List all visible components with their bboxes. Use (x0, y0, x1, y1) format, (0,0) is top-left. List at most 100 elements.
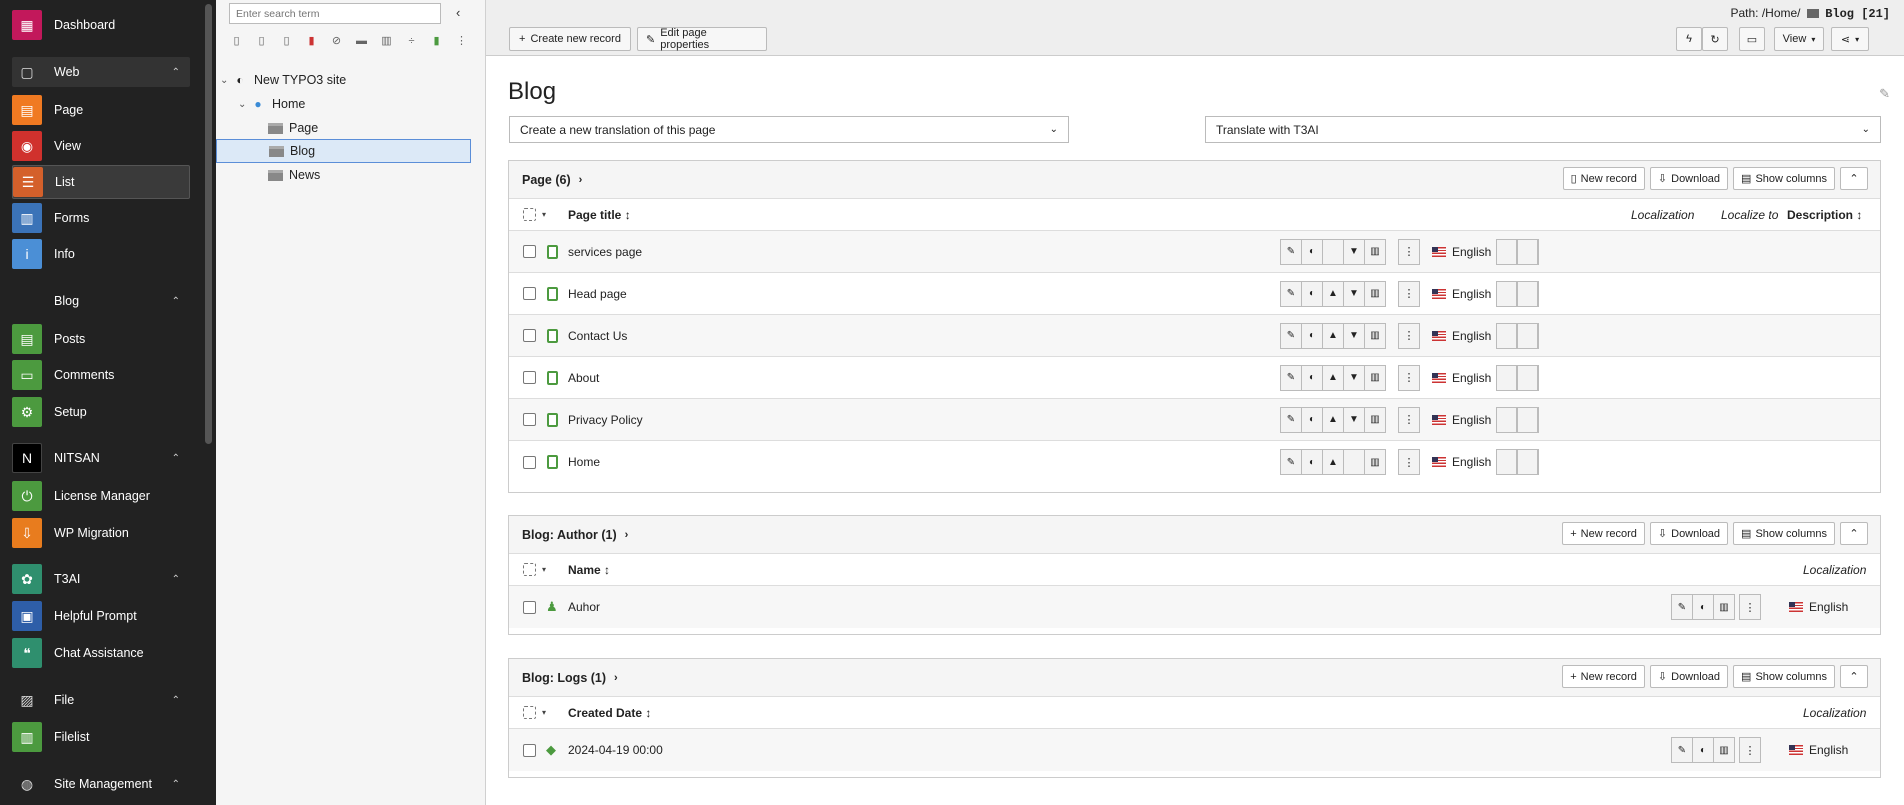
de-flag-button[interactable] (1496, 238, 1518, 265)
trash-icon[interactable]: ▥ (1364, 364, 1386, 391)
download-button[interactable]: ⇩ Download (1649, 167, 1729, 190)
table-row[interactable]: About ✎ ◐ ▲ ▼ ▥ ⋮ English (509, 357, 1880, 399)
move-up-icon[interactable]: ▲ (1322, 280, 1344, 307)
toggle-icon[interactable]: ◐ (1301, 449, 1323, 475)
table-row[interactable]: Contact Us ✎ ◐ ▲ ▼ ▥ ⋮ English (509, 315, 1880, 357)
caret-down-icon[interactable]: ▾ (542, 708, 546, 717)
notes-button[interactable]: ▭ (1739, 27, 1765, 51)
more-icon[interactable]: ⋮ (453, 32, 470, 49)
new-page-red-icon[interactable]: ▮ (303, 32, 320, 49)
toggle-icon[interactable]: ◐ (1301, 406, 1323, 433)
move-up-icon[interactable]: ▲ (1322, 406, 1344, 433)
toggle-icon[interactable]: ◐ (1692, 594, 1714, 620)
toggle-icon[interactable]: ◐ (1692, 737, 1714, 763)
edit-icon[interactable]: ✎ (1671, 737, 1693, 763)
toggle-icon[interactable]: ◐ (1301, 238, 1323, 265)
move-up-icon[interactable]: ▲ (1322, 322, 1344, 349)
module-helpful-prompt[interactable]: ▣ Helpful Prompt (12, 599, 190, 633)
share-dropdown[interactable]: ⋖ ▾ (1831, 27, 1869, 51)
module-forms[interactable]: ▥ Forms (12, 201, 190, 235)
module-posts[interactable]: ▤ Posts (12, 322, 190, 356)
column-name[interactable]: Name ↕ (568, 563, 610, 577)
show-columns-button[interactable]: ▤ Show columns (1733, 522, 1835, 545)
module-filelist[interactable]: ▥ Filelist (12, 720, 190, 754)
table-row[interactable]: ♟ Auhor ✎ ◐ ▥ ⋮ English (509, 586, 1880, 628)
link-icon[interactable]: ⊘ (328, 32, 345, 49)
table-row[interactable]: ◆ 2024-04-19 00:00 ✎ ◐ ▥ ⋮ English (509, 729, 1880, 771)
new-record-button[interactable]: + New record (1562, 522, 1645, 545)
collapse-panel-button[interactable]: ⌃ (1840, 167, 1868, 190)
more-icon[interactable]: ⋮ (1739, 737, 1761, 763)
de-flag-button[interactable] (1517, 406, 1539, 433)
de-flag-button[interactable] (1496, 322, 1518, 349)
row-title[interactable]: Head page (568, 287, 627, 301)
de-flag-button[interactable] (1517, 280, 1539, 307)
row-title[interactable]: Home (568, 455, 600, 469)
new-page-in-icon[interactable]: ▯ (253, 32, 270, 49)
new-record-button[interactable]: ▯ New record (1562, 167, 1645, 190)
table-row[interactable]: Privacy Policy ✎ ◐ ▲ ▼ ▥ ⋮ English (509, 399, 1880, 441)
edit-page-properties-button[interactable]: ✎ Edit page properties (637, 27, 767, 51)
group-blog[interactable]: Blog ⌃ (12, 286, 190, 316)
create-record-button[interactable]: + Create new record (509, 27, 631, 51)
group-web[interactable]: ▢ Web ⌃ (12, 57, 190, 87)
module-view[interactable]: ◉ View (12, 129, 190, 163)
edit-icon[interactable]: ✎ (1280, 364, 1302, 391)
module-dashboard[interactable]: ▦ Dashboard (12, 8, 190, 42)
tree-node-root[interactable]: ⌄ ◐ New TYPO3 site (220, 68, 480, 92)
show-columns-button[interactable]: ▤ Show columns (1733, 665, 1835, 688)
select-all-checkbox[interactable] (523, 706, 536, 719)
de-flag-button[interactable] (1496, 449, 1518, 475)
collapse-tree-icon[interactable]: ‹ (456, 5, 460, 20)
tree-search-input[interactable] (229, 3, 441, 24)
panel-title[interactable]: Page (6) (522, 173, 571, 187)
trash-icon[interactable]: ▥ (1713, 594, 1735, 620)
more-icon[interactable]: ⋮ (1398, 364, 1420, 391)
table-row[interactable]: Head page ✎ ◐ ▲ ▼ ▥ ⋮ English (509, 273, 1880, 315)
new-page-after-icon[interactable]: ▯ (278, 32, 295, 49)
column-page-title[interactable]: Page title ↕ (568, 208, 631, 222)
show-columns-button[interactable]: ▤ Show columns (1733, 167, 1835, 190)
more-icon[interactable]: ⋮ (1398, 406, 1420, 433)
row-title[interactable]: 2024-04-19 00:00 (568, 743, 663, 757)
row-checkbox[interactable] (523, 600, 536, 614)
new-page-icon[interactable]: ▯ (228, 32, 245, 49)
tree-node-news[interactable]: News (267, 163, 467, 187)
group-nitsan[interactable]: N NITSAN ⌃ (12, 441, 190, 475)
row-checkbox[interactable] (523, 413, 536, 426)
trash-icon[interactable]: ▥ (1713, 737, 1735, 763)
move-up-icon[interactable]: ▲ (1322, 364, 1344, 391)
tree-node-page[interactable]: Page (267, 116, 467, 140)
module-page[interactable]: ▤ Page (12, 93, 190, 127)
move-down-icon[interactable]: ▼ (1343, 406, 1365, 433)
de-flag-button[interactable] (1517, 449, 1539, 475)
module-list[interactable]: ☰ List (12, 165, 190, 199)
caret-down-icon[interactable]: ▾ (542, 565, 546, 574)
divider-icon[interactable]: ÷ (403, 32, 420, 49)
more-icon[interactable]: ⋮ (1739, 594, 1761, 620)
row-title[interactable]: Contact Us (568, 329, 627, 343)
module-setup[interactable]: ⚙ Setup (12, 395, 190, 429)
download-button[interactable]: ⇩ Download (1649, 665, 1729, 688)
edit-icon[interactable]: ✎ (1280, 322, 1302, 349)
panel-title[interactable]: Blog: Logs (1) (522, 671, 606, 685)
module-wp-migration[interactable]: ⇩ WP Migration (12, 516, 190, 550)
table-row[interactable]: Home ✎ ◐ ▲ ▥ ⋮ English (509, 441, 1880, 483)
toggle-icon[interactable]: ◐ (1301, 322, 1323, 349)
de-flag-button[interactable] (1517, 322, 1539, 349)
clear-cache-button[interactable]: ϟ (1676, 27, 1702, 51)
more-icon[interactable]: ⋮ (1398, 238, 1420, 265)
de-flag-button[interactable] (1517, 364, 1539, 391)
column-description[interactable]: Description ↕ (1787, 208, 1862, 222)
group-site-management[interactable]: ◍ Site Management ⌃ (12, 769, 190, 799)
panel-title[interactable]: Blog: Author (1) (522, 528, 617, 542)
chevron-down-icon[interactable]: ⌄ (220, 75, 232, 86)
group-file[interactable]: ▨ File ⌃ (12, 685, 190, 715)
collapse-panel-button[interactable]: ⌃ (1840, 522, 1868, 545)
table-row[interactable]: services page ✎ ◐ ▼ ▥ ⋮ English (509, 231, 1880, 273)
reload-button[interactable]: ↻ (1702, 27, 1728, 51)
row-title[interactable]: Auhor (568, 600, 600, 614)
tree-node-home[interactable]: ⌄ ● Home (238, 92, 478, 116)
chevron-right-icon[interactable]: › (625, 529, 629, 541)
module-info[interactable]: i Info (12, 237, 190, 271)
